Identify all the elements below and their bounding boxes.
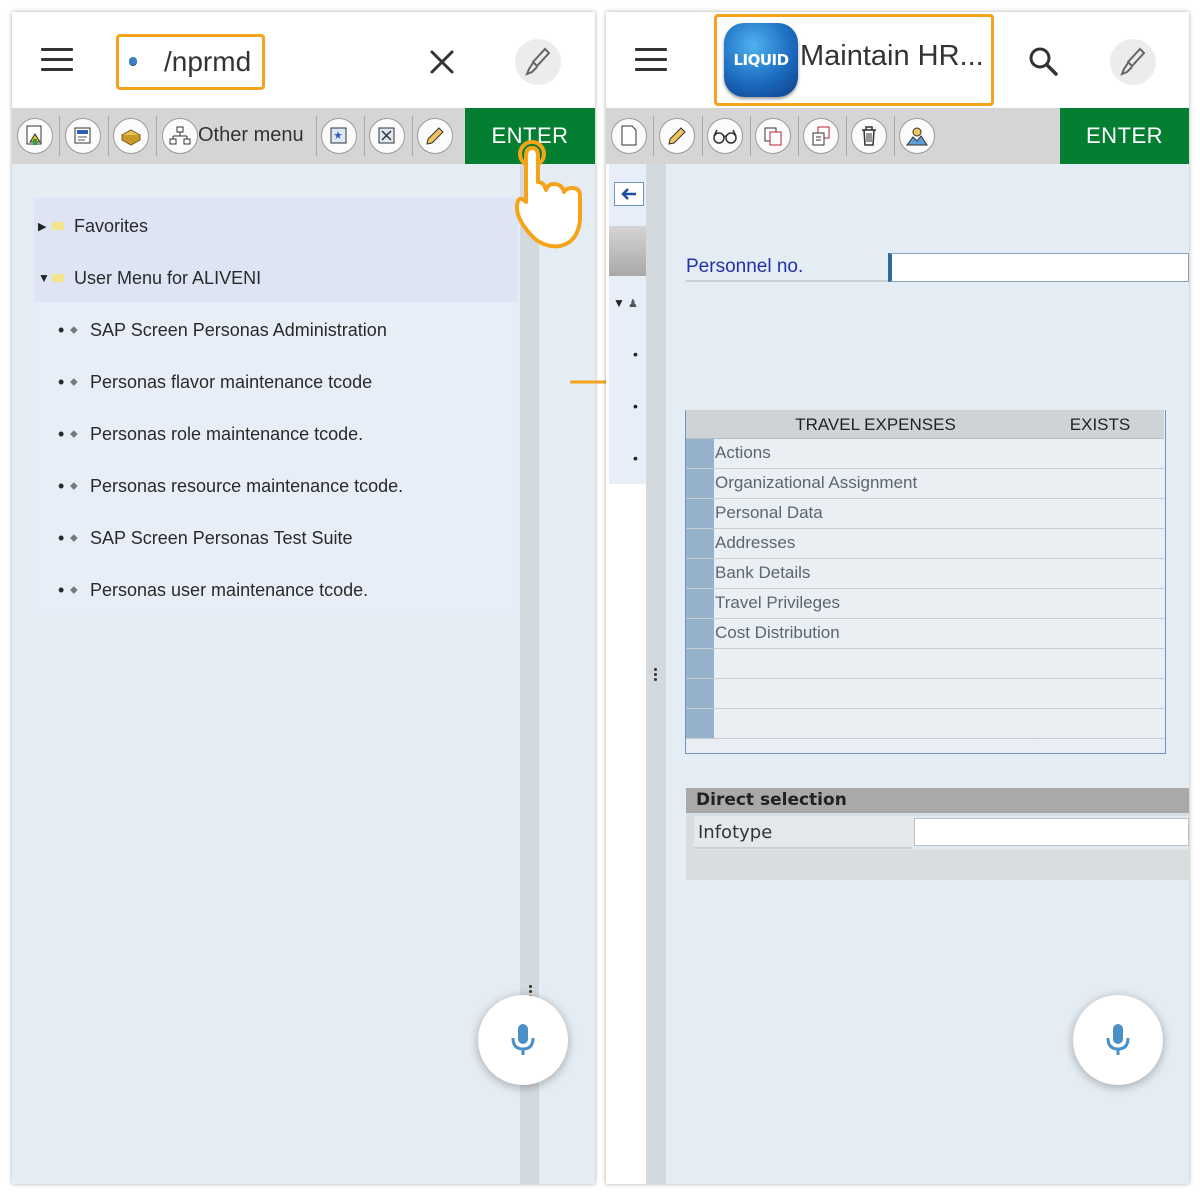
brush-button[interactable] — [515, 39, 561, 85]
table-row[interactable]: Bank Details — [686, 559, 1164, 589]
pencil-icon — [426, 127, 444, 145]
transaction-icon: ⬥ — [70, 479, 78, 492]
microphone-icon — [1106, 1024, 1130, 1055]
transaction-icon: ⬥ — [70, 583, 78, 596]
transaction-icon: ⬥ — [70, 375, 78, 388]
document-icon — [26, 125, 42, 145]
table-row[interactable] — [686, 649, 1164, 679]
direct-selection-title: Direct selection — [696, 790, 847, 810]
table-row[interactable]: Actions — [686, 439, 1164, 469]
row-text — [715, 649, 1036, 678]
package-icon — [120, 129, 142, 146]
tree-label: User Menu for ALIVENI — [74, 267, 262, 288]
delete-favorite-icon — [378, 127, 395, 144]
toolbar-button-3[interactable] — [113, 118, 149, 154]
top-bar: /nprmd — [12, 12, 595, 108]
row-text — [715, 709, 1036, 738]
row-text: Cost Distribution — [715, 619, 1036, 648]
infotype-input[interactable] — [914, 818, 1189, 846]
command-field-highlight — [116, 34, 265, 90]
tree-item-label: Personas flavor maintenance tcode — [90, 371, 373, 392]
collapse-arrow-icon: ▼ — [38, 271, 50, 285]
tree-item[interactable]: • ⬥ SAP Screen Personas Test Suite — [58, 512, 353, 564]
microphone-button[interactable] — [1073, 995, 1163, 1085]
row-text — [715, 679, 1036, 708]
row-text: Travel Privileges — [715, 589, 1036, 618]
row-text: Personal Data — [715, 499, 1036, 528]
toolbar-button-1[interactable] — [17, 118, 53, 154]
add-favorite-icon — [330, 127, 347, 144]
direct-selection-header: Direct selection — [686, 788, 1189, 813]
left-screen: /nprmd Other menu ENTER ▶ Favorites ▼ Us… — [12, 12, 595, 1184]
right-screen: LIQUID Maintain HR... ENTER ▼ ♟ • • • Pe… — [606, 12, 1189, 1184]
toolbar: Other menu ENTER — [12, 108, 595, 164]
infotype-row: Infotype — [694, 816, 1189, 850]
menu-tree: ▶ Favorites ▼ User Menu for ALIVENI • ⬥ … — [34, 198, 518, 618]
open-folder-icon — [52, 274, 64, 282]
transaction-icon: ⬥ — [70, 531, 78, 544]
edit-document-icon — [74, 127, 91, 144]
tree-item-label: SAP Screen Personas Test Suite — [90, 527, 353, 548]
row-text: Actions — [715, 439, 1036, 468]
table-row[interactable]: Cost Distribution — [686, 619, 1164, 649]
tree-item-label: SAP Screen Personas Administration — [90, 319, 387, 340]
brush-icon — [525, 47, 551, 76]
expand-arrow-icon: ▶ — [38, 220, 47, 233]
tree-item-label: Personas role maintenance tcode. — [90, 423, 364, 444]
table-row[interactable]: Addresses — [686, 529, 1164, 559]
direct-selection-group: Direct selection Infotype — [686, 788, 1189, 880]
tree-node-favorites[interactable]: ▶ Favorites — [38, 200, 148, 252]
folder-icon — [52, 222, 64, 230]
tap-hand-icon — [512, 134, 592, 254]
tree-item-label: Personas user maintenance tcode. — [90, 579, 369, 600]
tree-item-label: Personas resource maintenance tcode. — [90, 475, 404, 496]
tree-item[interactable]: • ⬥ SAP Screen Personas Administration — [58, 304, 387, 356]
header-travel-expenses: TRAVEL EXPENSES — [795, 415, 956, 434]
table-row[interactable]: Organizational Assignment — [686, 469, 1164, 499]
microphone-button[interactable] — [478, 995, 568, 1085]
close-icon[interactable] — [428, 48, 456, 76]
header-exists: EXISTS — [1069, 415, 1131, 434]
hierarchy-icon — [169, 126, 191, 145]
toolbar-button-5[interactable] — [321, 118, 357, 154]
tree-item[interactable]: • ⬥ Personas user maintenance tcode. — [58, 564, 368, 616]
toolbar-button-6[interactable] — [369, 118, 405, 154]
row-text: Organizational Assignment — [715, 469, 1036, 498]
infotype-table: TRAVEL EXPENSES EXISTS Actions Organizat… — [606, 12, 1189, 792]
other-menu-label: Other menu — [198, 124, 304, 146]
table-row[interactable] — [686, 679, 1164, 709]
tree-item[interactable]: • ⬥ Personas resource maintenance tcode. — [58, 460, 403, 512]
table-header: TRAVEL EXPENSES EXISTS — [686, 410, 1164, 439]
infotype-label: Infotype — [698, 822, 773, 843]
tree-item[interactable]: • ⬥ Personas role maintenance tcode. — [58, 408, 363, 460]
toolbar-button-7[interactable] — [417, 118, 453, 154]
table-row[interactable]: Personal Data — [686, 499, 1164, 529]
toolbar-button-2[interactable] — [65, 118, 101, 154]
tree-item[interactable]: • ⬥ Personas flavor maintenance tcode — [58, 356, 372, 408]
transaction-icon: ⬥ — [70, 323, 78, 336]
tree-node-user-menu[interactable]: ▼ User Menu for ALIVENI — [38, 252, 261, 304]
table-row[interactable]: Travel Privileges — [686, 589, 1164, 619]
left-gutter — [12, 618, 34, 1184]
row-text: Addresses — [715, 529, 1036, 558]
table-row[interactable] — [686, 709, 1164, 739]
infotype-label-underline — [694, 847, 912, 849]
row-text: Bank Details — [715, 559, 1036, 588]
tree-label: Favorites — [74, 215, 149, 236]
other-menu-button[interactable]: Other menu — [162, 118, 312, 154]
transaction-icon: ⬥ — [70, 427, 78, 440]
microphone-icon — [511, 1024, 535, 1055]
hamburger-menu-icon[interactable] — [41, 48, 73, 72]
